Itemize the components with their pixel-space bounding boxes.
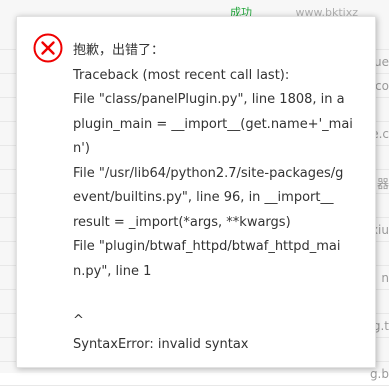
traceback-line: n.py", line 1 [73, 263, 152, 279]
syntax-error-line: SyntaxError: invalid syntax [73, 337, 249, 352]
error-circle-x-icon [33, 33, 63, 63]
traceback-line: File "plugin/btwaf_httpd/btwaf_httpd_mai [73, 239, 341, 254]
traceback-line: plugin_main = __import__(get.name+'_mai [73, 116, 353, 132]
traceback-line: n') [73, 141, 90, 156]
traceback-line: result = _import(*args, **kwargs) [73, 214, 291, 230]
traceback-line: File "/usr/lib64/python2.7/site-packages… [73, 165, 344, 181]
traceback-caret-line: ^ [73, 312, 84, 328]
traceback-line: Traceback (most recent call last): [73, 67, 290, 83]
traceback-line: event/builtins.py", line 96, in __import… [73, 190, 334, 205]
traceback-line: File "class/panelPlugin.py", line 1808, … [73, 92, 345, 107]
error-title: 抱歉，出错了： [73, 43, 165, 58]
traceback-blank-line [73, 284, 368, 309]
error-message: 抱歉，出错了： Traceback (most recent call last… [73, 39, 368, 358]
backdrop-row-text: g.b [369, 367, 389, 381]
error-dialog: 抱歉，出错了： Traceback (most recent call last… [16, 16, 376, 368]
